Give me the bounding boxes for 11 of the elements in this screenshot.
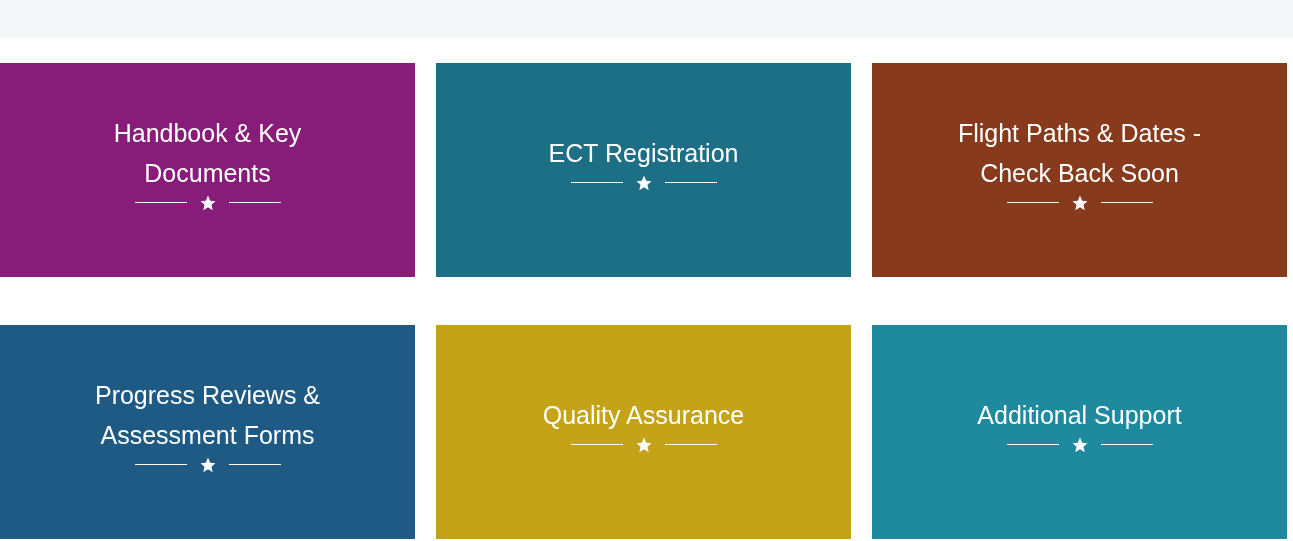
category-tile[interactable]: Handbook & Key Documents xyxy=(0,63,415,277)
category-tile[interactable]: ECT Registration xyxy=(436,63,851,277)
tile-title: ECT Registration xyxy=(548,137,739,169)
tile-title: Quality Assurance xyxy=(542,399,745,431)
tile-title: Handbook & Key Documents xyxy=(112,117,303,189)
category-tile[interactable]: Progress Reviews & Assessment Forms xyxy=(0,325,415,539)
category-tile[interactable]: Flight Paths & Dates - Check Back Soon xyxy=(872,63,1287,277)
tile-title: Progress Reviews & Assessment Forms xyxy=(93,379,322,451)
tile-title: Flight Paths & Dates - Check Back Soon xyxy=(956,117,1203,189)
category-tile[interactable]: Additional Support xyxy=(872,325,1287,539)
tile-title: Additional Support xyxy=(977,399,1182,431)
